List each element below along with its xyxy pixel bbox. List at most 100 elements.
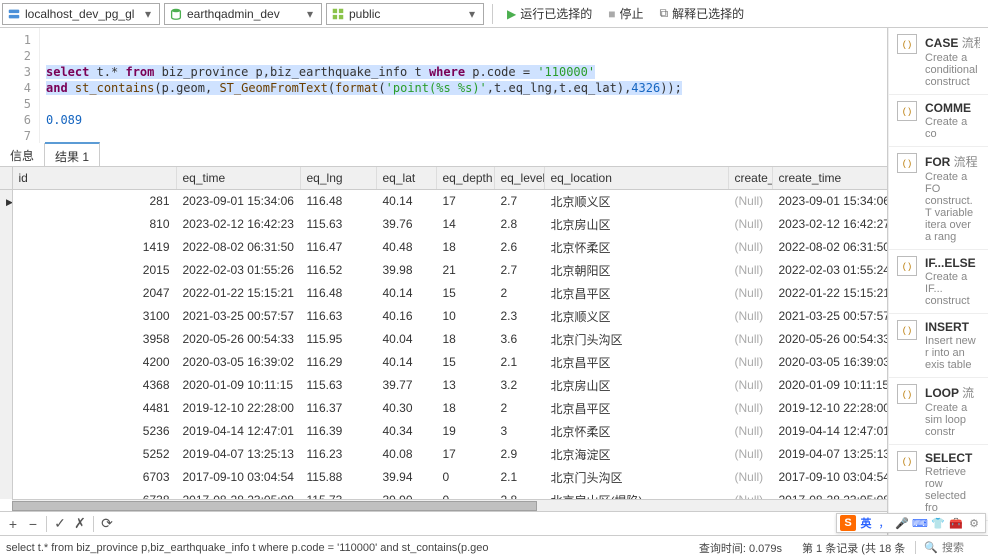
cell-create_[interactable]: (Null) — [728, 189, 772, 213]
row-handle[interactable] — [0, 236, 12, 259]
stop-button[interactable]: ■ 停止 — [602, 3, 649, 25]
ime-toolbox-icon[interactable]: 🧰 — [948, 515, 964, 531]
cell-eq_location[interactable]: 北京房山区 — [544, 213, 728, 236]
cell-eq_depth[interactable]: 19 — [436, 420, 494, 443]
cell-create_[interactable]: (Null) — [728, 466, 772, 489]
ime-lang[interactable]: 英 — [858, 515, 874, 531]
cell-eq_lng[interactable]: 116.39 — [300, 420, 376, 443]
cell-id[interactable]: 3958 — [12, 328, 176, 351]
cell-eq_lng[interactable]: 115.95 — [300, 328, 376, 351]
cell-id[interactable]: 5236 — [12, 420, 176, 443]
add-row-button[interactable]: + — [4, 515, 22, 533]
commit-button[interactable]: ✓ — [51, 515, 69, 533]
row-handle[interactable] — [0, 374, 12, 397]
cell-eq_location[interactable]: 北京海淀区 — [544, 443, 728, 466]
cell-eq_depth[interactable]: 14 — [436, 213, 494, 236]
table-row[interactable]: 39582020-05-26 00:54:33115.9540.04183.6北… — [0, 328, 887, 351]
cell-eq_lng[interactable]: 116.29 — [300, 351, 376, 374]
cell-eq_time[interactable]: 2020-01-09 10:11:15 — [176, 374, 300, 397]
cell-eq_lat[interactable]: 39.90 — [376, 489, 436, 500]
row-handle[interactable] — [0, 328, 12, 351]
cell-eq_time[interactable]: 2017-08-28 23:05:08 — [176, 489, 300, 500]
snippet-item[interactable]: ( )IF...ELSE Create a IF... construct — [889, 250, 988, 314]
cell-create_time[interactable]: 2017-09-10 03:04:54 — [772, 466, 887, 489]
cell-id[interactable]: 2047 — [12, 282, 176, 305]
cell-create_time[interactable]: 2021-03-25 00:57:57 — [772, 305, 887, 328]
cell-eq_time[interactable]: 2022-08-02 06:31:50 — [176, 236, 300, 259]
cell-eq_lat[interactable]: 40.14 — [376, 282, 436, 305]
ime-skin-icon[interactable]: 👕 — [930, 515, 946, 531]
col-eq_location[interactable]: eq_location — [544, 167, 728, 189]
cell-eq_lng[interactable]: 116.48 — [300, 282, 376, 305]
rollback-button[interactable]: ✗ — [71, 515, 89, 533]
cell-eq_location[interactable]: 北京朝阳区 — [544, 259, 728, 282]
cell-eq_level[interactable]: 3 — [494, 420, 544, 443]
cell-eq_time[interactable]: 2020-03-05 16:39:02 — [176, 351, 300, 374]
cell-id[interactable]: 4481 — [12, 397, 176, 420]
cell-create_time[interactable]: 2020-05-26 00:54:33 — [772, 328, 887, 351]
schema-dropdown[interactable]: public ▾ — [326, 3, 484, 25]
table-row[interactable]: 44812019-12-10 22:28:00116.3740.30182北京昌… — [0, 397, 887, 420]
table-row[interactable]: 52522019-04-07 13:25:13116.2340.08172.9北… — [0, 443, 887, 466]
cell-eq_level[interactable]: 2 — [494, 397, 544, 420]
connection-dropdown[interactable]: localhost_dev_pg_gl ▾ — [2, 3, 160, 25]
cell-eq_depth[interactable]: 0 — [436, 489, 494, 500]
row-handle[interactable] — [0, 466, 12, 489]
row-handle[interactable] — [0, 213, 12, 236]
cell-eq_location[interactable]: 北京昌平区 — [544, 282, 728, 305]
cell-eq_lng[interactable]: 116.37 — [300, 397, 376, 420]
database-dropdown[interactable]: earthqadmin_dev ▾ — [164, 3, 322, 25]
tab-info[interactable]: 信息 — [0, 143, 45, 166]
cell-eq_time[interactable]: 2021-03-25 00:57:57 — [176, 305, 300, 328]
scrollbar-thumb[interactable] — [12, 501, 537, 511]
explain-button[interactable]: ⧉ 解释已选择的 — [654, 3, 751, 25]
cell-create_[interactable]: (Null) — [728, 489, 772, 500]
row-handle[interactable] — [0, 351, 12, 374]
cell-id[interactable]: 1419 — [12, 236, 176, 259]
cell-eq_depth[interactable]: 18 — [436, 328, 494, 351]
col-eq_lng[interactable]: eq_lng — [300, 167, 376, 189]
cell-create_[interactable]: (Null) — [728, 374, 772, 397]
ime-punct-icon[interactable]: ， — [876, 515, 892, 531]
table-row[interactable]: 67382017-08-28 23:05:08115.7339.9002.8北京… — [0, 489, 887, 500]
col-eq_lat[interactable]: eq_lat — [376, 167, 436, 189]
cell-eq_location[interactable]: 北京昌平区 — [544, 351, 728, 374]
cell-create_[interactable]: (Null) — [728, 420, 772, 443]
table-row[interactable]: 42002020-03-05 16:39:02116.2940.14152.1北… — [0, 351, 887, 374]
col-eq_time[interactable]: eq_time — [176, 167, 300, 189]
table-row[interactable]: ▶2812023-09-01 15:34:06116.4840.14172.7北… — [0, 189, 887, 213]
cell-eq_depth[interactable]: 15 — [436, 282, 494, 305]
cell-eq_level[interactable]: 2.8 — [494, 213, 544, 236]
ime-bar[interactable]: S 英 ， 🎤 ⌨ 👕 🧰 ⚙ — [836, 513, 986, 533]
status-search[interactable]: 🔍 — [915, 541, 982, 554]
cell-eq_time[interactable]: 2023-09-01 15:34:06 — [176, 189, 300, 213]
table-row[interactable]: 31002021-03-25 00:57:57116.6340.16102.3北… — [0, 305, 887, 328]
cell-eq_lng[interactable]: 116.52 — [300, 259, 376, 282]
table-row[interactable]: 67032017-09-10 03:04:54115.8839.9402.1北京… — [0, 466, 887, 489]
cell-create_[interactable]: (Null) — [728, 282, 772, 305]
sql-editor[interactable]: 1 2 3 4 5 6 7 select t.* from biz_provin… — [0, 28, 887, 143]
col-eq_depth[interactable]: eq_depth — [436, 167, 494, 189]
row-handle[interactable] — [0, 420, 12, 443]
cell-eq_level[interactable]: 3.6 — [494, 328, 544, 351]
table-row[interactable]: 20152022-02-03 01:55:26116.5239.98212.7北… — [0, 259, 887, 282]
cell-create_[interactable]: (Null) — [728, 351, 772, 374]
cell-eq_depth[interactable]: 21 — [436, 259, 494, 282]
snippet-item[interactable]: ( )COMME Create a co — [889, 95, 988, 147]
cell-eq_level[interactable]: 2 — [494, 282, 544, 305]
cell-eq_lat[interactable]: 39.94 — [376, 466, 436, 489]
row-handle[interactable] — [0, 489, 12, 500]
cell-create_time[interactable]: 2019-04-14 12:47:01 — [772, 420, 887, 443]
cell-eq_lat[interactable]: 40.04 — [376, 328, 436, 351]
snippet-item[interactable]: ( )LOOP 流Create a sim loop constr — [889, 378, 988, 445]
cell-eq_depth[interactable]: 17 — [436, 189, 494, 213]
result-grid[interactable]: id eq_time eq_lng eq_lat eq_depth eq_lev… — [0, 167, 887, 499]
cell-eq_level[interactable]: 2.9 — [494, 443, 544, 466]
cell-eq_location[interactable]: 北京顺义区 — [544, 189, 728, 213]
cell-eq_level[interactable]: 3.2 — [494, 374, 544, 397]
cell-eq_lng[interactable]: 115.63 — [300, 374, 376, 397]
cell-create_[interactable]: (Null) — [728, 236, 772, 259]
cell-eq_lat[interactable]: 40.30 — [376, 397, 436, 420]
cell-eq_time[interactable]: 2019-04-07 13:25:13 — [176, 443, 300, 466]
cell-create_time[interactable]: 2017-08-28 23:05:08 — [772, 489, 887, 500]
